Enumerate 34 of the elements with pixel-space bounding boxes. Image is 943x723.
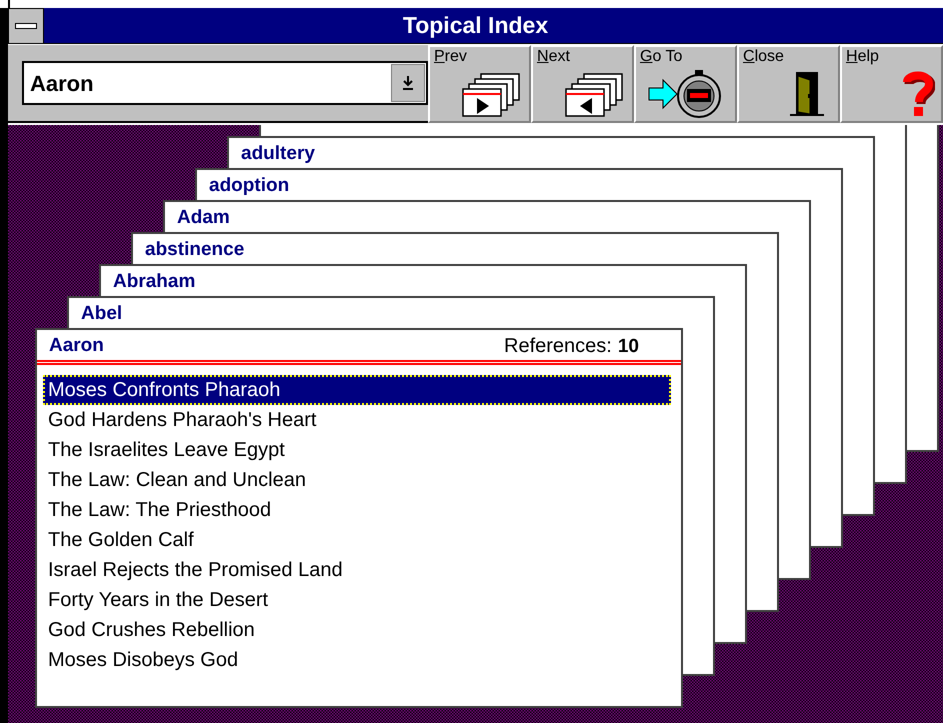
window-title: Topical Index [402,11,548,40]
reference-item[interactable]: Forty Years in the Desert [43,585,671,615]
reference-item[interactable]: Israel Rejects the Promised Land [43,555,671,585]
card-tab[interactable]: adoption [195,168,843,200]
card-tab[interactable]: Abraham [99,264,747,296]
topic-dropdown[interactable]: Aaron [22,61,428,105]
card-tab-label: Abraham [113,270,196,294]
reference-item[interactable]: The Law: Clean and Unclean [43,465,671,495]
close-button[interactable]: Close [737,45,840,123]
card-tab-label: abstinence [145,238,244,262]
card-tab[interactable]: Abel [67,296,715,328]
reference-item[interactable]: God Hardens Pharaoh's Heart [43,405,671,435]
card-tab[interactable]: abstinence [131,232,779,264]
go-to-button[interactable]: Go To [634,45,737,123]
card-tab[interactable]: adultery [227,136,875,168]
help-button[interactable]: Help [840,45,943,123]
reference-item[interactable]: The Israelites Leave Egypt [43,435,671,465]
topic-value: Aaron [30,70,95,98]
reference-item[interactable]: Moses Confronts Pharaoh [43,375,671,405]
card-title: Aaron [49,334,104,358]
card-tab-label: adoption [209,174,290,198]
next-button[interactable]: Next [531,45,634,123]
references-label: References: [504,334,612,359]
reference-item[interactable]: The Law: The Priesthood [43,495,671,525]
prev-button[interactable]: Prev [428,45,531,123]
card-tab[interactable]: Adam [163,200,811,232]
reference-item[interactable]: Moses Disobeys God [43,645,671,675]
system-menu-button[interactable] [8,8,44,44]
reference-item[interactable]: The Golden Calf [43,525,671,555]
card-tab-label: adultery [241,142,315,166]
card-tab-label: Abel [81,302,122,326]
references-count: 10 [618,334,639,359]
card-tab-label: Adam [177,206,230,230]
reference-item[interactable]: God Crushes Rebellion [43,615,671,645]
